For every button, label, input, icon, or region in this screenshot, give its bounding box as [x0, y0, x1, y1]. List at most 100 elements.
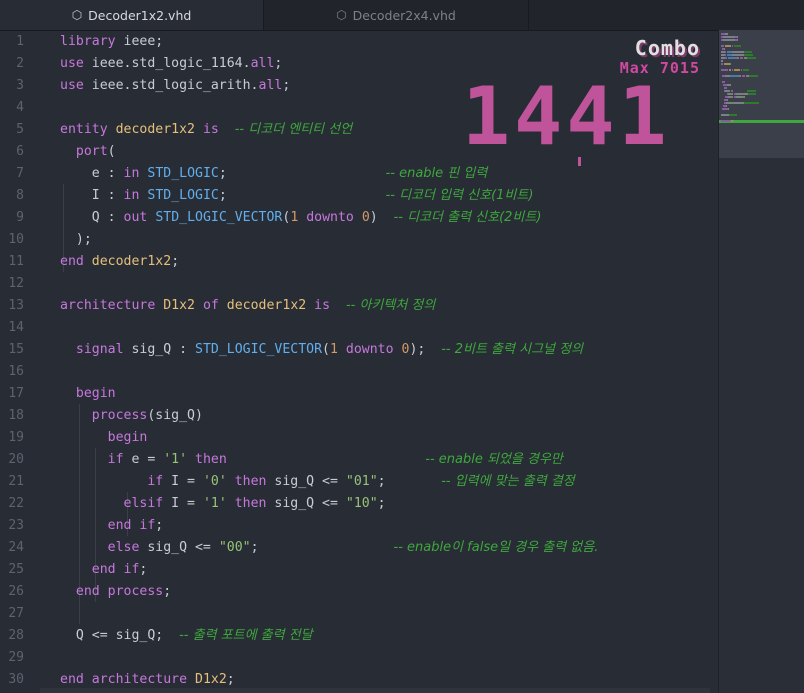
code-text: I =: [163, 474, 203, 489]
line-number: 2: [16, 56, 24, 71]
code-text: ieee;: [115, 34, 164, 49]
keyword: all: [250, 56, 275, 71]
identifier: D1x2: [195, 672, 227, 687]
line-number: 6: [16, 144, 24, 159]
code-text: );: [409, 342, 442, 357]
line-number: 9: [16, 210, 24, 225]
comment: -- enable이 false일 경우 출력 없음.: [393, 540, 599, 555]
minimap-line: [723, 39, 735, 41]
minimap-line: [738, 57, 739, 59]
keyword: signal: [75, 342, 124, 357]
keyword: end: [60, 254, 84, 269]
minimap[interactable]: [718, 30, 804, 693]
line-number: 7: [16, 166, 24, 181]
tab-label: Decoder2x4.vhd: [352, 7, 456, 23]
line-number: 19: [8, 430, 24, 445]
code-text: I :: [60, 188, 124, 203]
code-line: if e = '1' then -- enable 되었을 경우만: [60, 449, 563, 471]
code-text: (: [322, 342, 330, 357]
code-line: begin: [60, 383, 116, 405]
string: "10": [345, 496, 378, 511]
minimap-line: [725, 33, 728, 35]
minimap-line: [728, 57, 737, 59]
comment: -- 디코더 입력 신호(1비트): [385, 188, 534, 203]
number: 1: [330, 342, 338, 357]
keyword: in: [123, 166, 140, 181]
code-line: begin: [60, 427, 148, 449]
code-text: ;: [218, 188, 386, 203]
line-number: 17: [8, 386, 24, 401]
code-text: ieee.std_logic_1164.: [83, 56, 251, 71]
minimap-line: [730, 63, 731, 65]
horizontal-scrollbar[interactable]: [40, 688, 710, 693]
code-text: ;: [282, 78, 291, 93]
minimap-line: [724, 87, 727, 89]
code-text: sig_Q <=: [266, 474, 346, 489]
code-line: e : in STD_LOGIC; -- enable 핀 입력: [60, 163, 488, 185]
string: "00": [218, 540, 251, 555]
keyword: in: [123, 188, 140, 203]
code-text: e :: [60, 166, 124, 181]
code-line: library ieee;: [60, 31, 163, 53]
keyword: library: [60, 34, 116, 49]
minimap-line: [744, 102, 759, 104]
string: '1': [163, 452, 188, 467]
line-number: 21: [8, 474, 24, 489]
code-line: elsif I = '1' then sig_Q <= "10";: [60, 493, 386, 515]
code-line: end if;: [60, 559, 148, 581]
minimap-line: [743, 69, 749, 71]
minimap-line: [729, 114, 737, 116]
keyword: end if: [107, 518, 156, 533]
comment: -- 2비트 출력 시그널 정의: [441, 342, 584, 357]
line-number: 26: [8, 584, 24, 599]
identifier: decoder1x2: [91, 254, 172, 269]
keyword: use: [60, 78, 84, 93]
minimap-line: [732, 51, 744, 53]
line-number: 23: [8, 518, 24, 533]
code-text: I =: [163, 496, 203, 511]
keyword: then: [195, 452, 227, 467]
code-line: entity decoder1x2 is -- 디코더 엔티티 선언: [60, 119, 352, 141]
minimap-line: [723, 36, 735, 38]
code-line: Q : out STD_LOGIC_VECTOR(1 downto 0) -- …: [60, 207, 542, 229]
code-text: ;: [139, 562, 148, 577]
code-line: signal sig_Q : STD_LOGIC_VECTOR(1 downto…: [60, 339, 583, 361]
tab-decoder2x4[interactable]: ⬡ Decoder2x4.vhd: [264, 0, 529, 30]
code-text: ;: [171, 254, 180, 269]
minimap-line: [725, 51, 726, 53]
tab-decoder1x2[interactable]: ⬡ Decoder1x2.vhd: [0, 0, 264, 30]
code-line: port(: [60, 141, 116, 163]
identifier: decoder1x2: [115, 122, 195, 137]
identifier: D1x2: [163, 298, 195, 313]
keyword: entity: [60, 122, 108, 137]
line-number: 4: [16, 100, 24, 115]
minimap-line: [725, 45, 731, 47]
minimap-line: [721, 114, 729, 116]
code-line: I : in STD_LOGIC; -- 디코더 입력 신호(1비트): [60, 185, 534, 207]
line-number: 13: [8, 298, 24, 313]
keyword: end process: [75, 584, 164, 599]
keyword: else: [107, 540, 140, 555]
code-text: Q :: [60, 210, 124, 225]
code-text: ;: [226, 672, 235, 687]
comment: -- 디코더 엔티티 선언: [234, 122, 353, 137]
minimap-line: [729, 69, 731, 71]
combo-decoration: [578, 157, 581, 166]
comment: -- 입력에 맞는 출력 결정: [441, 474, 575, 489]
minimap-line: [728, 108, 729, 110]
